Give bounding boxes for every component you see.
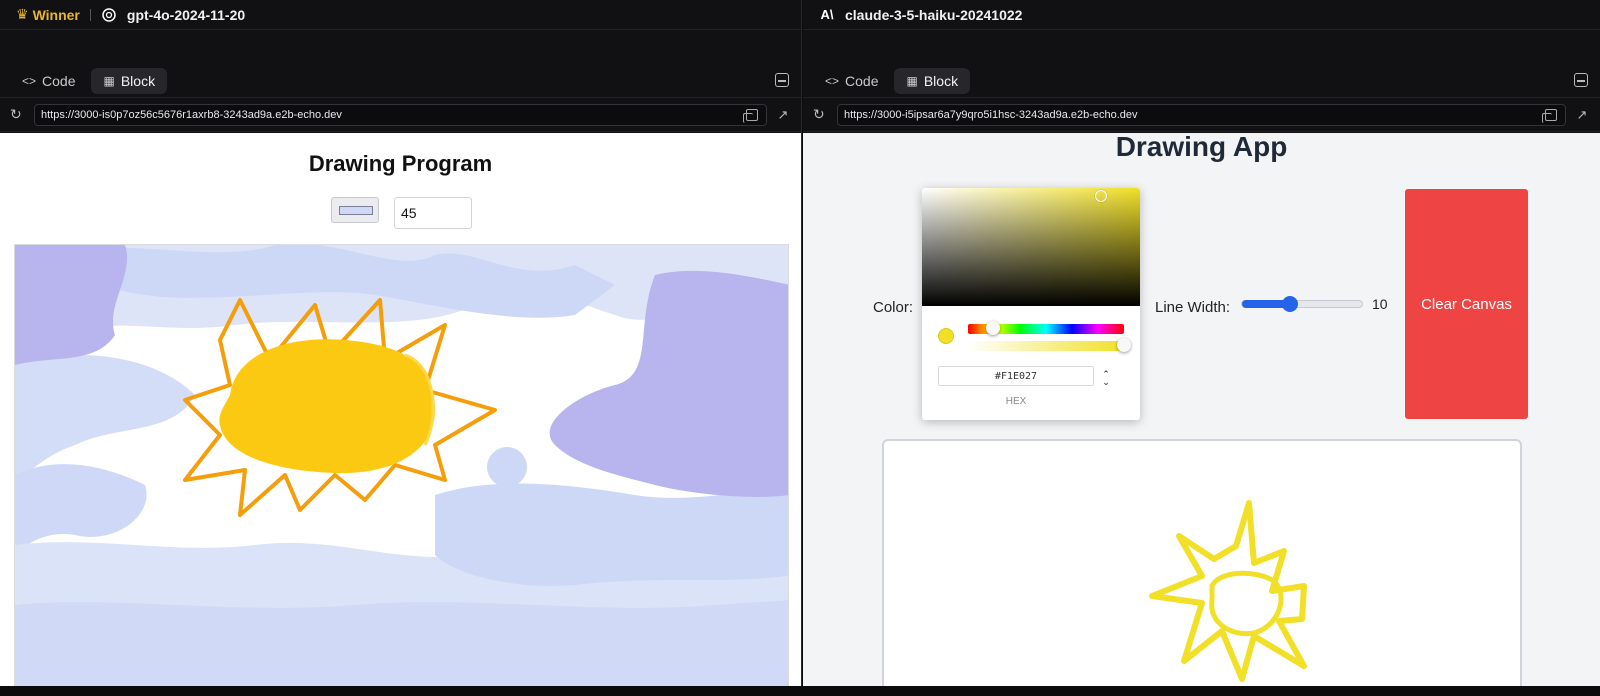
drawing-canvas[interactable] bbox=[14, 244, 789, 686]
color-swatch bbox=[339, 206, 373, 215]
left-titlebar: ♛ Winner gpt-4o-2024-11-20 bbox=[0, 0, 801, 30]
layout-icon: ▦ bbox=[103, 73, 115, 88]
winner-badge: ♛ Winner bbox=[16, 6, 80, 23]
reload-icon[interactable]: ↻ bbox=[813, 106, 829, 123]
layout-icon: ▦ bbox=[906, 73, 918, 88]
code-icon: <> bbox=[22, 73, 37, 88]
right-urlbar: ↻ https://3000-i5ipsar6a7y9qro5i1hsc-324… bbox=[803, 98, 1600, 132]
left-url-field[interactable]: https://3000-is0p7oz56c5676r1axrb8-3243a… bbox=[34, 103, 767, 126]
copy-icon[interactable] bbox=[1542, 108, 1557, 123]
right-url-field[interactable]: https://3000-i5ipsar6a7y9qro5i1hsc-3243a… bbox=[837, 103, 1566, 126]
page-title: Drawing Program bbox=[308, 151, 493, 176]
external-link-icon[interactable]: ↗ bbox=[1574, 107, 1590, 123]
line-width-value: 10 bbox=[1372, 296, 1388, 312]
left-url-text: https://3000-is0p7oz56c5676r1axrb8-3243a… bbox=[41, 108, 342, 121]
external-link-icon[interactable]: ↗ bbox=[775, 107, 791, 123]
title-separator bbox=[89, 8, 91, 21]
reload-icon[interactable]: ↻ bbox=[10, 106, 26, 123]
right-tabbar: <> Code ▦ Block bbox=[803, 64, 1600, 98]
color-picker-input[interactable] bbox=[331, 197, 379, 223]
header-spacer bbox=[0, 30, 801, 64]
slider-handle[interactable] bbox=[1282, 296, 1298, 312]
tab-code-label: Code bbox=[845, 72, 879, 89]
right-url-text: https://3000-i5ipsar6a7y9qro5i1hsc-3243a… bbox=[844, 108, 1138, 121]
tab-code[interactable]: <> Code bbox=[10, 68, 87, 94]
drawing-canvas[interactable] bbox=[882, 439, 1522, 686]
line-width-input[interactable]: 45 bbox=[394, 197, 472, 229]
crown-icon: ♛ bbox=[16, 6, 29, 22]
winner-label: Winner bbox=[32, 6, 80, 23]
left-model-name: gpt-4o-2024-11-20 bbox=[126, 6, 246, 23]
saturation-handle[interactable] bbox=[1095, 190, 1107, 202]
color-picker-popover[interactable]: #F1E027 ⌃ ⌄ HEX bbox=[922, 188, 1140, 420]
panel-toggle-icon[interactable] bbox=[1574, 73, 1588, 87]
line-width-label: Line Width: bbox=[1155, 299, 1231, 316]
left-app-viewport: Drawing Program 45 bbox=[0, 133, 801, 686]
panel-toggle-icon[interactable] bbox=[775, 73, 789, 87]
tab-block-label: Block bbox=[120, 72, 156, 89]
line-width-slider[interactable] bbox=[1241, 296, 1363, 312]
saturation-area[interactable] bbox=[922, 188, 1140, 306]
alpha-slider[interactable] bbox=[968, 341, 1124, 351]
tab-block[interactable]: ▦ Block bbox=[894, 67, 971, 94]
tab-block[interactable]: ▦ Block bbox=[91, 67, 168, 94]
copy-icon[interactable] bbox=[743, 108, 758, 123]
canvas-drawing bbox=[15, 245, 788, 686]
right-app-viewport: Drawing App Color: #F1E027 ⌃ ⌄ HEX Line W… bbox=[803, 131, 1600, 686]
header-spacer bbox=[803, 30, 1600, 64]
anthropic-logo-icon: A\ bbox=[820, 7, 834, 22]
right-panel: A\ claude-3-5-haiku-20241022 <> Code ▦ B… bbox=[803, 0, 1600, 686]
openai-logo-icon bbox=[101, 7, 117, 23]
code-icon: <> bbox=[825, 73, 840, 88]
arena-compare-view: ♛ Winner gpt-4o-2024-11-20 <> Code ▦ Blo… bbox=[0, 0, 1600, 696]
page-title: Drawing App bbox=[1115, 131, 1288, 162]
color-label: Color: bbox=[873, 299, 914, 316]
left-urlbar: ↻ https://3000-is0p7oz56c5676r1axrb8-324… bbox=[0, 98, 801, 132]
clear-canvas-button[interactable]: Clear Canvas bbox=[1405, 189, 1528, 419]
tab-block-label: Block bbox=[923, 72, 959, 89]
hex-input[interactable]: #F1E027 bbox=[938, 366, 1094, 386]
left-tabbar: <> Code ▦ Block bbox=[0, 64, 801, 98]
right-titlebar: A\ claude-3-5-haiku-20241022 bbox=[803, 0, 1600, 30]
color-preview-dot bbox=[938, 328, 954, 344]
hex-label: HEX bbox=[1005, 396, 1027, 407]
canvas-drawing bbox=[1149, 500, 1307, 682]
alpha-handle[interactable] bbox=[1117, 338, 1131, 352]
format-toggle-icon[interactable]: ⌃ ⌄ bbox=[1100, 370, 1112, 387]
tab-code[interactable]: <> Code bbox=[813, 68, 890, 94]
left-panel: ♛ Winner gpt-4o-2024-11-20 <> Code ▦ Blo… bbox=[0, 0, 802, 686]
hue-handle[interactable] bbox=[986, 321, 1000, 335]
right-model-name: claude-3-5-haiku-20241022 bbox=[845, 6, 1023, 23]
tab-code-label: Code bbox=[42, 72, 76, 89]
